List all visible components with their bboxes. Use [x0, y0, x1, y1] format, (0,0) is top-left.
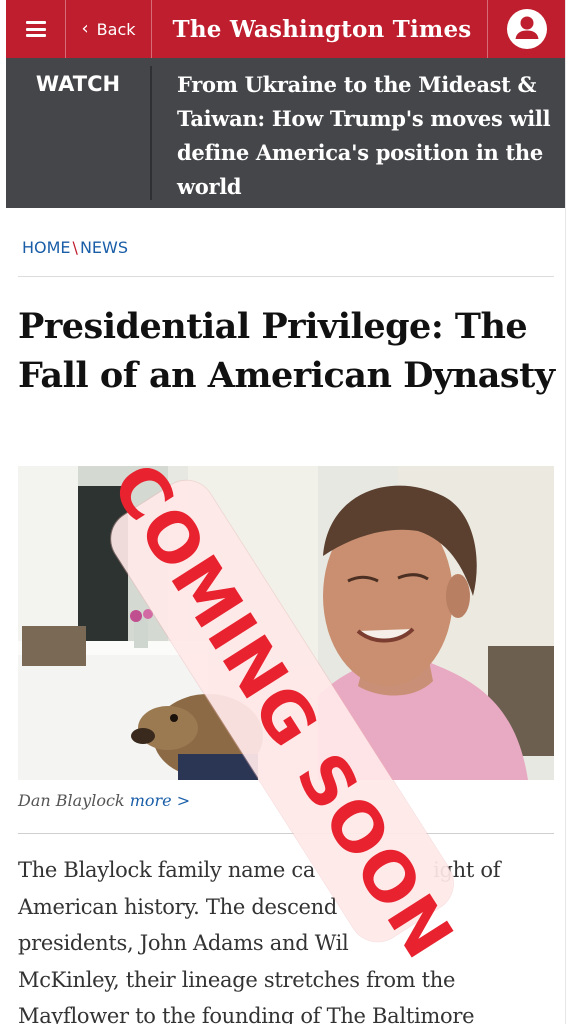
watch-divider [150, 66, 152, 200]
breadcrumb-separator: \ [72, 238, 78, 257]
article-body: The Blaylock family name ca ight of Ameri… [18, 852, 563, 1024]
back-label: Back [96, 19, 136, 39]
chevron-left-icon: ‹ [81, 18, 89, 39]
breadcrumb-news[interactable]: NEWS [80, 238, 128, 257]
body-line: McKinley, their lineage stretches from t… [18, 967, 456, 992]
body-line: presidents, John Adams and Wil [18, 931, 349, 955]
watch-banner[interactable]: WATCH From Ukraine to the Mideast & Taiw… [6, 58, 565, 208]
back-button[interactable]: ‹ Back [66, 0, 152, 58]
byline: Dan Blaylock more > [18, 791, 190, 810]
site-logo[interactable]: The Washington Times [152, 0, 492, 58]
hamburger-icon [25, 21, 46, 37]
author-name[interactable]: Dan Blaylock [18, 791, 125, 810]
body-line: American history. The descend [18, 894, 338, 919]
account-button[interactable] [487, 0, 565, 58]
watch-headline[interactable]: From Ukraine to the Mideast & Taiwan: Ho… [177, 68, 561, 204]
body-line: Mayflower to the founding of The Baltimo… [18, 1004, 475, 1024]
breadcrumb-home[interactable]: HOME [22, 238, 71, 257]
body-line: The Blaylock family name ca ight of [18, 858, 501, 882]
divider [18, 833, 554, 834]
breadcrumb: HOME \ NEWS [22, 238, 128, 257]
author-more-link[interactable]: more > [130, 791, 190, 810]
article-title: Presidential Privilege: The Fall of an A… [18, 306, 555, 396]
site-header: ‹ Back The Washington Times [6, 0, 565, 58]
menu-button[interactable] [6, 0, 66, 58]
watch-tag: WATCH [35, 72, 121, 96]
divider [18, 276, 554, 277]
page-edge [565, 0, 566, 1024]
user-icon [506, 9, 547, 49]
